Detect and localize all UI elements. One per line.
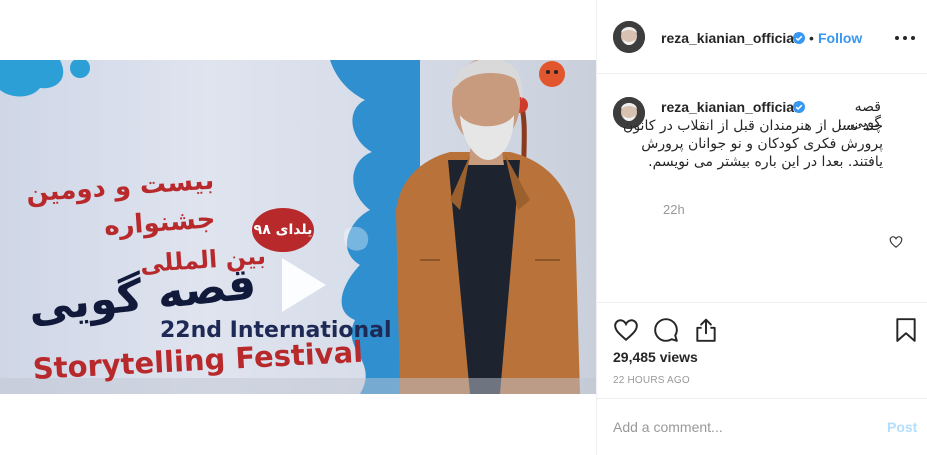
bottom-spacer xyxy=(0,394,596,455)
verified-badge-icon xyxy=(793,101,805,113)
comments-section: reza_kianian_official قصه گویی... چند نس… xyxy=(597,75,927,301)
comment-icon[interactable] xyxy=(653,317,679,343)
more-options-icon[interactable] xyxy=(893,28,917,46)
share-icon[interactable] xyxy=(693,317,719,343)
top-spacer xyxy=(0,0,596,60)
post-video[interactable]: بیست و دومین جشنواره بین المللی یلدای ۹۸… xyxy=(0,60,596,394)
caption-text: چند نسل از هنرمندان قبل از انقلاب در کان… xyxy=(623,118,883,170)
avatar[interactable] xyxy=(613,21,645,53)
poster-character-head xyxy=(539,61,565,87)
play-icon[interactable] xyxy=(268,252,334,318)
add-comment-section: Post xyxy=(597,398,927,455)
views-count[interactable]: 29,485 views xyxy=(613,349,698,365)
poster-cloud-left xyxy=(0,60,64,97)
comment-input[interactable] xyxy=(613,417,863,437)
poster-cloud-dot xyxy=(70,60,90,78)
bookmark-icon[interactable] xyxy=(893,317,919,343)
posted-time[interactable]: 22 HOURS AGO xyxy=(613,375,690,386)
caption-like-heart-icon[interactable] xyxy=(889,235,903,249)
heart-icon[interactable] xyxy=(613,317,639,343)
post-actions: 29,485 views 22 HOURS AGO xyxy=(597,302,927,398)
poster-badge: یلدای ۹۸ xyxy=(252,208,314,252)
follow-button[interactable]: Follow xyxy=(818,30,862,46)
caption-username[interactable]: reza_kianian_official xyxy=(661,99,798,115)
post-view: بیست و دومین جشنواره بین المللی یلدای ۹۸… xyxy=(0,0,927,455)
header-separator: • xyxy=(809,30,814,46)
poster-character-eye xyxy=(546,70,550,74)
verified-badge-icon xyxy=(793,32,805,44)
post-comment-button[interactable]: Post xyxy=(887,419,917,435)
post-header: reza_kianian_official • Follow xyxy=(597,0,927,74)
caption-timestamp[interactable]: 22h xyxy=(663,202,685,217)
post-sidebar: reza_kianian_official • Follow reza_kian xyxy=(596,0,927,455)
header-username[interactable]: reza_kianian_official xyxy=(661,30,798,46)
poster-character-eye xyxy=(554,70,558,74)
